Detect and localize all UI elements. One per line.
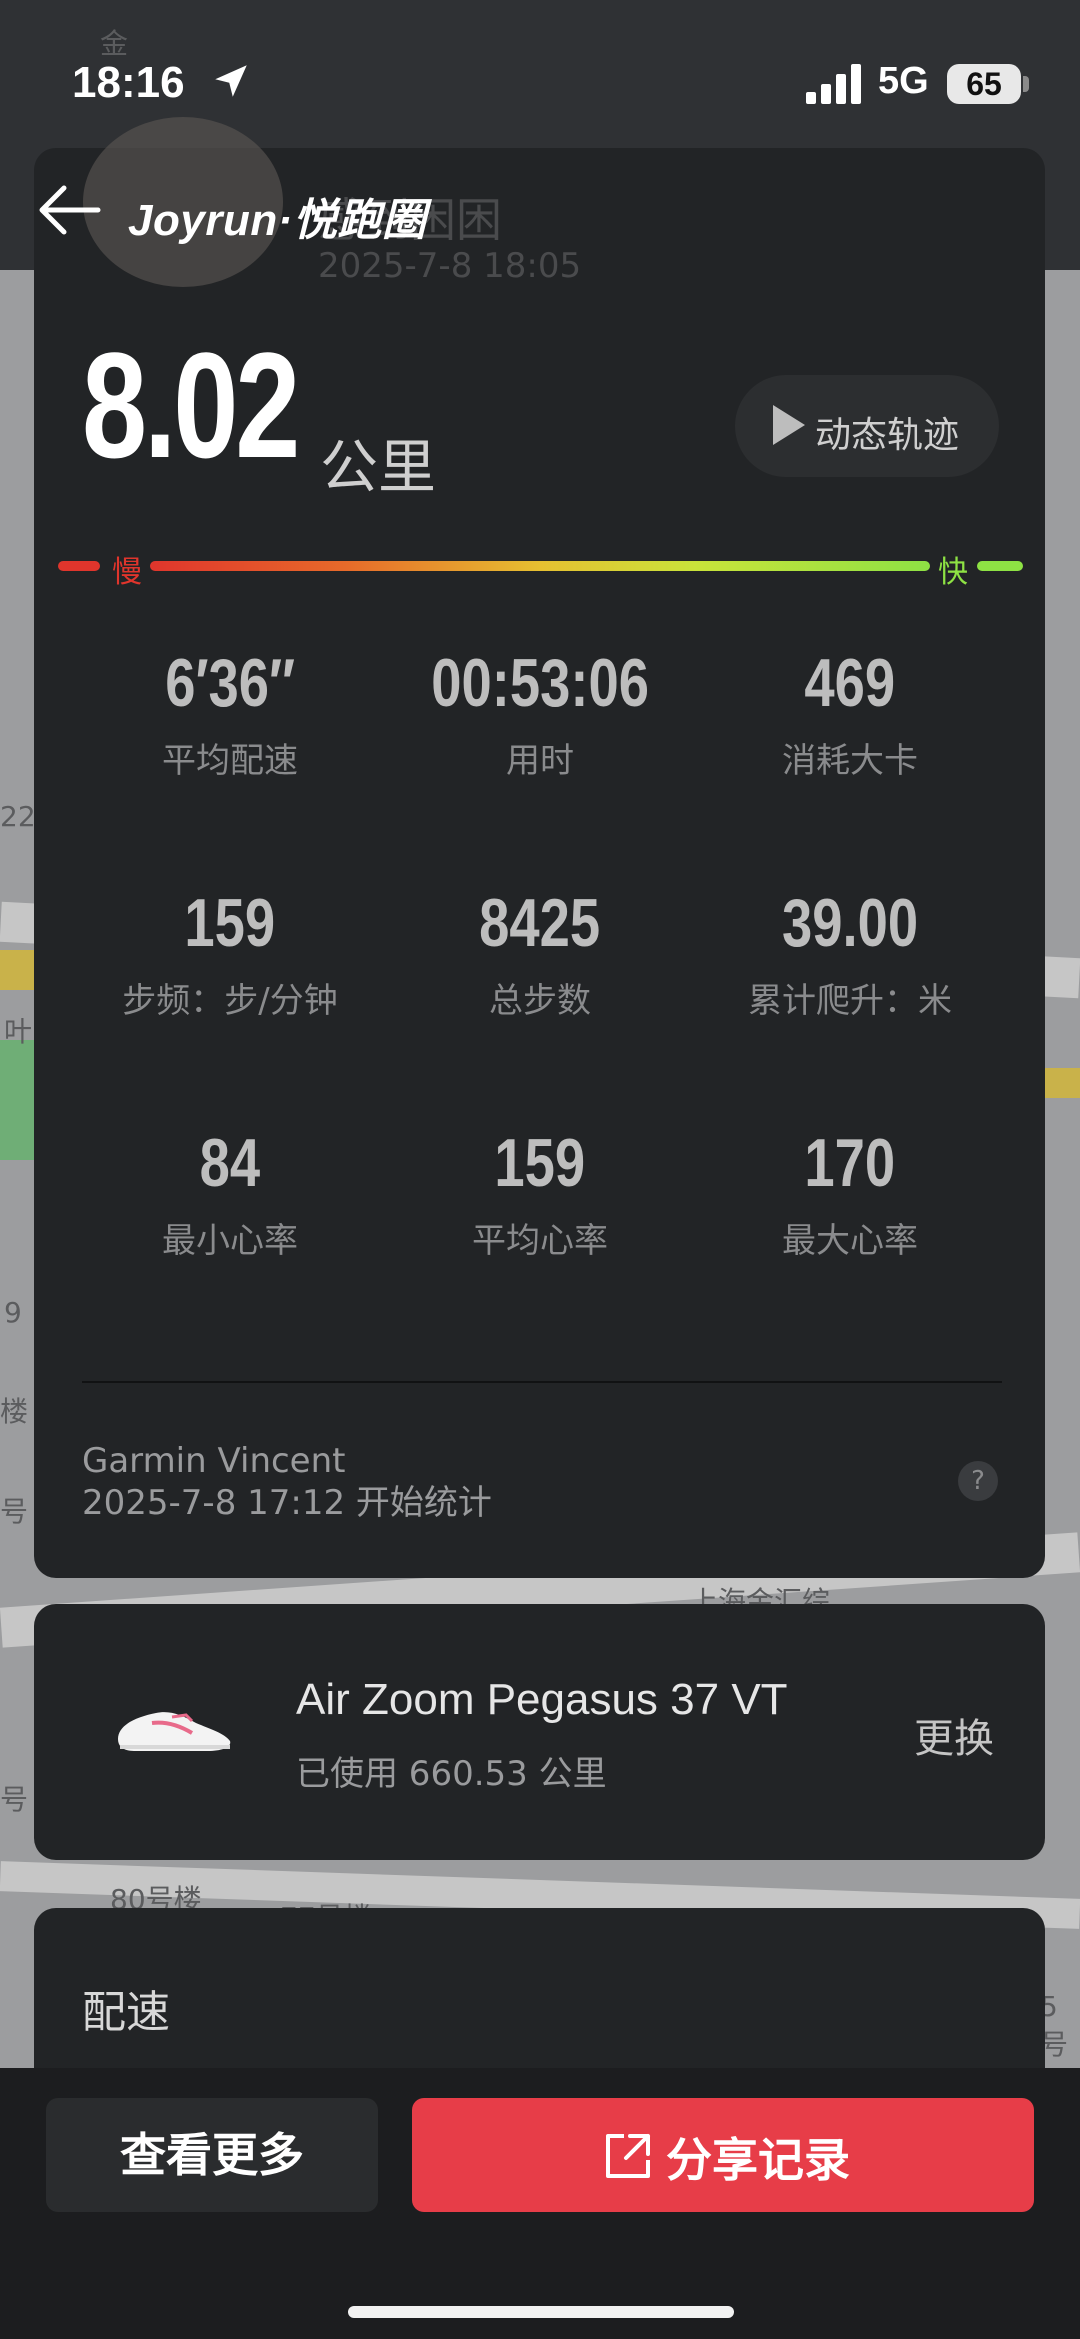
stat-total-steps: 8425 总步数: [380, 883, 700, 1022]
device-name: Garmin Vincent: [82, 1441, 346, 1481]
brand-logo: Joyrun·悦跑圈: [128, 196, 427, 245]
stat-max-heart-rate: 170 最大心率: [690, 1123, 1010, 1262]
stat-label: 消耗大卡: [782, 741, 918, 781]
view-more-button[interactable]: 查看更多: [46, 2098, 378, 2212]
distance-value: 8.02: [82, 321, 300, 489]
stat-min-heart-rate: 84 最小心率: [70, 1123, 390, 1262]
stat-label: 平均配速: [162, 741, 298, 781]
map-label: 号: [0, 1495, 29, 1528]
stat-value: 6′36″: [165, 645, 295, 721]
stat-label: 总步数: [489, 981, 591, 1021]
home-indicator[interactable]: [348, 2306, 734, 2318]
map-label: 5号: [1040, 1990, 1069, 2061]
distance-unit: 公里: [320, 433, 437, 501]
help-icon[interactable]: ?: [958, 1461, 998, 1501]
map-label: 楼: [0, 1395, 29, 1428]
stat-avg-pace: 6′36″ 平均配速: [70, 643, 390, 782]
battery-icon: 65: [947, 64, 1021, 104]
pace-gradient-bar: [150, 561, 930, 571]
battery-tip: [1023, 76, 1029, 92]
run-date: 2025-7-8 18:05: [318, 246, 582, 286]
map-label: 号: [0, 1783, 29, 1816]
pace-legend-slow-bar: [58, 561, 100, 571]
stat-value: 469: [804, 645, 896, 721]
stat-duration: 00:53:06 用时: [380, 643, 700, 782]
stat-value: 00:53:06: [431, 645, 649, 721]
stat-calories: 469 消耗大卡: [690, 643, 1010, 782]
divider: [82, 1381, 1002, 1383]
stat-cadence: 159 步频：步/分钟: [70, 883, 390, 1022]
shoe-image: [118, 1712, 231, 1751]
stat-label: 步频：步/分钟: [122, 981, 338, 1021]
track-replay-label: 动态轨迹: [815, 415, 960, 456]
pace-legend-fast-bar: [977, 561, 1023, 571]
pace-fast-label: 快: [938, 555, 968, 590]
stat-elevation-gain: 39.00 累计爬升：米: [690, 883, 1010, 1022]
map-label: 叶: [4, 1015, 33, 1048]
network-type: 5G: [878, 60, 929, 102]
shoe-usage: 已使用 660.53 公里: [296, 1754, 607, 1794]
stat-value: 170: [804, 1125, 896, 1201]
stat-value: 84: [199, 1125, 261, 1201]
play-icon: [773, 405, 805, 445]
stat-value: 159: [184, 885, 276, 961]
stat-value: 159: [494, 1125, 586, 1201]
share-icon: [606, 2134, 650, 2178]
share-record-label: 分享记录: [666, 2133, 850, 2187]
stat-avg-heart-rate: 159 平均心率: [380, 1123, 700, 1262]
pace-section-title: 配速: [82, 1987, 170, 2038]
back-arrow-icon[interactable]: [34, 180, 104, 240]
stat-label: 累计爬升：米: [748, 981, 952, 1021]
stat-label: 平均心率: [472, 1221, 608, 1261]
pace-slow-label: 慢: [112, 555, 142, 590]
cellular-signal-icon: [806, 64, 861, 104]
map-label: 22: [0, 800, 36, 833]
stat-label: 用时: [506, 741, 574, 781]
device-info: Garmin Vincent 2025-7-8 17:12 开始统计: [82, 1440, 492, 1524]
change-shoe-button[interactable]: 更换: [914, 1706, 994, 1764]
location-arrow-icon: [215, 65, 247, 97]
status-time: 18:16: [72, 58, 185, 107]
device-start-time: 2025-7-8 17:12 开始统计: [82, 1483, 492, 1523]
stat-value: 39.00: [781, 885, 919, 961]
stat-value: 8425: [479, 885, 601, 961]
stat-label: 最大心率: [782, 1221, 918, 1261]
map-road-highlight: [1045, 1068, 1080, 1098]
map-label: 9: [4, 1296, 22, 1329]
status-bar: 18:16 5G 65: [0, 0, 1080, 120]
stat-label: 最小心率: [162, 1221, 298, 1261]
shoe-name: Air Zoom Pegasus 37 VT: [296, 1675, 788, 1724]
